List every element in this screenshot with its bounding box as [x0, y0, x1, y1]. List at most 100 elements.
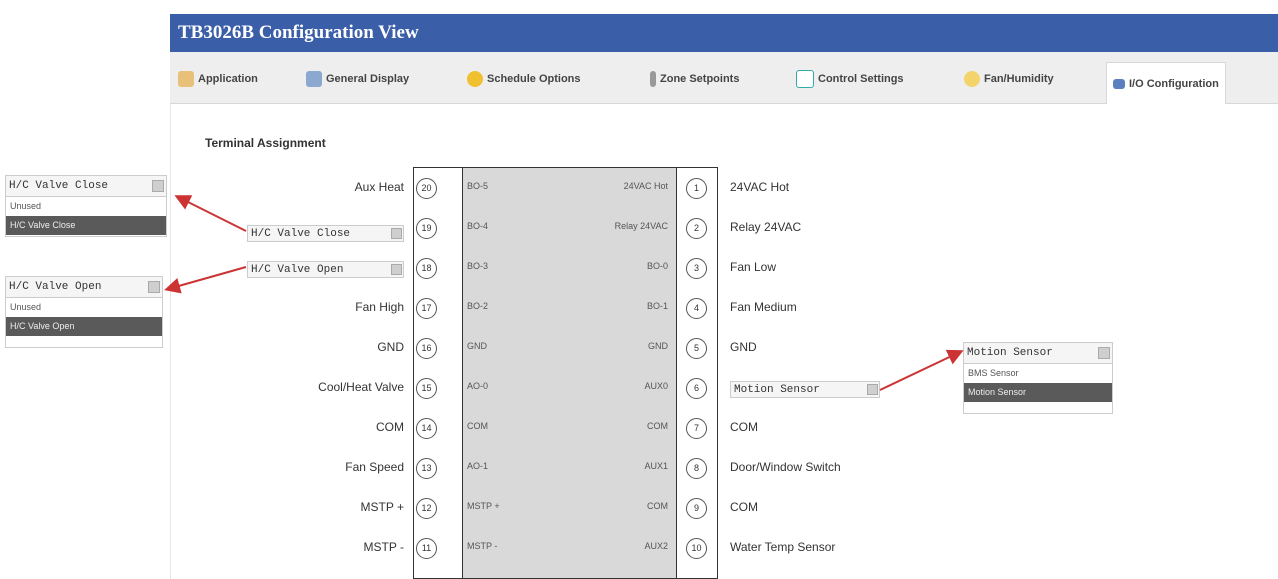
right-terminal-number: 7 [686, 418, 707, 439]
left-terminal-number: 18 [416, 258, 437, 279]
chevron-down-icon[interactable] [1098, 347, 1110, 359]
control-icon [796, 70, 814, 88]
board-pin-left: BO-5 [467, 181, 489, 191]
tab-general-display[interactable]: General Display [306, 68, 409, 90]
thermometer-icon [650, 71, 656, 87]
dropdown-value: Motion Sensor [967, 347, 1053, 359]
left-terminal-number: 20 [416, 178, 437, 199]
dropdown-value: H/C Valve Open [9, 281, 102, 293]
left-terminal-label: GND [377, 340, 404, 354]
chevron-down-icon[interactable] [391, 228, 402, 239]
chevron-down-icon[interactable] [867, 384, 878, 395]
left-terminal-label: Cool/Heat Valve [318, 380, 404, 394]
board-pin-right: BO-0 [646, 261, 668, 271]
dropdown-option[interactable]: H/C Valve Open [6, 317, 162, 336]
select-value: H/C Valve Open [251, 264, 344, 276]
schedule-icon [467, 71, 483, 87]
chevron-down-icon[interactable] [148, 281, 160, 293]
left-terminal-label: COM [376, 420, 404, 434]
board-pin-right: COM [647, 421, 668, 431]
terminal-row: Fan Speed 13 AO-1 AUX1 8 Door/Window Switch [0, 448, 1278, 488]
chevron-down-icon[interactable] [391, 264, 402, 275]
left-terminal-label: MSTP - [363, 540, 404, 554]
dropdown-option[interactable]: Motion Sensor [964, 383, 1112, 402]
terminal-18-select[interactable]: H/C Valve Open [247, 261, 404, 278]
left-terminal-label: MSTP + [360, 500, 404, 514]
board-pin-left: BO-2 [467, 301, 489, 311]
application-icon [178, 71, 194, 87]
left-terminal-label: Aux Heat [354, 180, 404, 194]
board-pin-right: GND [648, 341, 668, 351]
right-terminal-label: Water Temp Sensor [730, 540, 836, 554]
tab-label: Zone Setpoints [660, 73, 740, 85]
board-pin-right: Relay 24VAC [614, 221, 668, 231]
tab-label: Schedule Options [487, 73, 581, 85]
terminal-row: Fan High 17 BO-2 BO-1 4 Fan Medium [0, 288, 1278, 328]
tab-zone-setpoints[interactable]: Zone Setpoints [650, 68, 739, 90]
board-pin-right: BO-1 [646, 301, 668, 311]
tab-label: Control Settings [818, 73, 904, 85]
terminal-row: 19 BO-4 Relay 24VAC 2 Relay 24VAC [0, 208, 1278, 248]
right-terminal-number: 9 [686, 498, 707, 519]
tab-label: I/O Configuration [1129, 77, 1219, 90]
tab-fan-humidity[interactable]: Fan/Humidity [964, 68, 1054, 90]
board-pin-left: GND [467, 341, 487, 351]
left-terminal-number: 13 [416, 458, 437, 479]
dropdown-head[interactable]: H/C Valve Open [6, 277, 162, 298]
fan-icon [964, 71, 980, 87]
dropdown-option[interactable]: H/C Valve Close [6, 216, 166, 235]
board-pin-left: BO-3 [467, 261, 489, 271]
right-terminal-label: COM [730, 420, 758, 434]
section-title: Terminal Assignment [205, 136, 326, 150]
dropdown-value: H/C Valve Close [9, 180, 109, 192]
display-icon [306, 71, 322, 87]
motion-dropdown[interactable]: Motion Sensor BMS Sensor Motion Sensor [963, 342, 1113, 414]
valve-close-dropdown[interactable]: H/C Valve Close Unused H/C Valve Close [5, 175, 167, 237]
dropdown-option[interactable]: Unused [6, 298, 162, 317]
right-terminal-label: 24VAC Hot [730, 180, 790, 194]
left-terminal-label: Fan High [355, 300, 404, 314]
tab-label: General Display [326, 73, 410, 85]
left-terminal-number: 14 [416, 418, 437, 439]
board-pin-left: MSTP + [467, 501, 500, 511]
board-pin-left: MSTP - [467, 541, 498, 551]
board-pin-right: COM [647, 501, 668, 511]
select-value: H/C Valve Close [251, 228, 351, 240]
right-terminal-number: 5 [686, 338, 707, 359]
dropdown-option[interactable]: Unused [6, 197, 166, 216]
right-terminal-label: Door/Window Switch [730, 460, 841, 474]
board-pin-left: AO-0 [467, 381, 489, 391]
board-pin-right: 24VAC Hot [623, 181, 668, 191]
right-terminal-number: 2 [686, 218, 707, 239]
tab-application[interactable]: Application [178, 68, 258, 90]
terminal-row: MSTP - 11 MSTP - AUX2 10 Water Temp Sensor [0, 528, 1278, 568]
left-terminal-number: 17 [416, 298, 437, 319]
right-terminal-label: Relay 24VAC [730, 220, 802, 234]
board-pin-left: AO-1 [467, 461, 489, 471]
right-terminal-label: COM [730, 500, 758, 514]
valve-open-dropdown[interactable]: H/C Valve Open Unused H/C Valve Open [5, 276, 163, 348]
tab-io-configuration[interactable]: I/O Configuration [1106, 62, 1226, 104]
tab-bar: Application General Display Schedule Opt… [170, 52, 1278, 104]
terminal-19-select[interactable]: H/C Valve Close [247, 225, 404, 242]
board-pin-left: BO-4 [467, 221, 489, 231]
tab-control-settings[interactable]: Control Settings [796, 68, 904, 90]
tab-label: Fan/Humidity [984, 73, 1054, 85]
right-terminal-number: 8 [686, 458, 707, 479]
dropdown-head[interactable]: H/C Valve Close [6, 176, 166, 197]
left-terminal-number: 11 [416, 538, 437, 559]
board-pin-right: AUX1 [644, 461, 668, 471]
dropdown-head[interactable]: Motion Sensor [964, 343, 1112, 364]
dropdown-option[interactable]: BMS Sensor [964, 364, 1112, 383]
chevron-down-icon[interactable] [152, 180, 164, 192]
right-terminal-label: Fan Low [730, 260, 777, 274]
right-terminal-label: Fan Medium [730, 300, 797, 314]
tab-schedule-options[interactable]: Schedule Options [467, 68, 581, 90]
left-terminal-number: 15 [416, 378, 437, 399]
terminal-row: Aux Heat 20 BO-5 24VAC Hot 1 24VAC Hot [0, 168, 1278, 208]
right-terminal-number: 3 [686, 258, 707, 279]
right-terminal-label: GND [730, 340, 757, 354]
terminal-row: COM 14 COM COM 7 COM [0, 408, 1278, 448]
terminal-6-select[interactable]: Motion Sensor [730, 381, 880, 398]
board-pin-left: COM [467, 421, 488, 431]
